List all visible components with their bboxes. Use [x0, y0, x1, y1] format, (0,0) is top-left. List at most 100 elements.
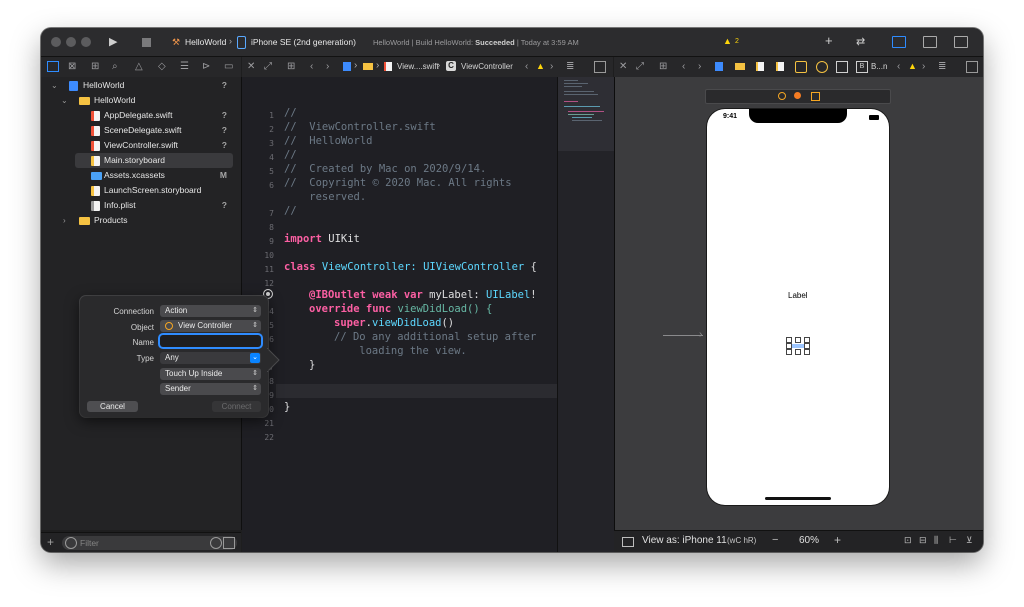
- label-element[interactable]: Label: [788, 291, 808, 300]
- close-editor-icon[interactable]: ✕: [619, 60, 627, 74]
- close-editor-icon[interactable]: ✕: [247, 60, 255, 74]
- add-constraints-icon[interactable]: ⊢: [949, 535, 957, 546]
- nav-item-appdelegate[interactable]: AppDelegate.swift ?: [41, 108, 241, 123]
- code-editor[interactable]: 1 2 3 4 5 6 7 8 9 10 11 12 14 15 16 17 1…: [242, 77, 557, 552]
- next-issue-icon[interactable]: ›: [922, 60, 925, 74]
- nav-item-project[interactable]: ⌄ HelloWorld ?: [41, 78, 241, 93]
- warning-icon[interactable]: ▲: [723, 36, 732, 46]
- nav-item-assets[interactable]: Assets.xcassets M: [41, 168, 241, 183]
- debug-navigator-icon[interactable]: ☰: [180, 60, 189, 74]
- folder-icon: [79, 217, 90, 225]
- code-review-icon[interactable]: ⇄: [856, 34, 865, 50]
- forward-chevron-icon[interactable]: ›: [698, 60, 701, 74]
- project-navigator-icon[interactable]: [47, 61, 59, 72]
- add-file-icon[interactable]: +: [47, 535, 54, 549]
- symbol-navigator-icon[interactable]: ⊞: [91, 60, 99, 74]
- chevron-down-icon[interactable]: ⌄: [61, 93, 68, 108]
- zoom-in-icon[interactable]: +: [834, 533, 841, 547]
- nav-item-viewcontroller[interactable]: ViewController.swift ?: [41, 138, 241, 153]
- issue-navigator-icon[interactable]: △: [135, 60, 143, 74]
- close-window-button[interactable]: [51, 37, 61, 47]
- previous-issue-icon[interactable]: ‹: [897, 60, 900, 74]
- jumpbar-symbol[interactable]: ViewController: [461, 62, 513, 71]
- warning-icon[interactable]: ▲: [536, 61, 545, 71]
- back-chevron-icon[interactable]: ‹: [682, 60, 685, 74]
- align-icon[interactable]: ⫼: [934, 535, 938, 546]
- inspector-toggle-icon[interactable]: [954, 36, 968, 48]
- update-frames-icon[interactable]: ⊡: [904, 535, 912, 546]
- filter-placeholder: Filter: [80, 538, 99, 548]
- code-token: override: [309, 303, 360, 315]
- view-controller-icon[interactable]: [778, 92, 786, 100]
- nav-item-scenedelegate[interactable]: SceneDelegate.swift ?: [41, 123, 241, 138]
- scene-dock[interactable]: [705, 89, 891, 104]
- nav-item-main-storyboard[interactable]: Main.storyboard: [75, 153, 233, 168]
- jumpbar-item[interactable]: B...n: [871, 62, 887, 71]
- split-editor-icon[interactable]: [594, 61, 606, 73]
- split-editor-icon[interactable]: [966, 61, 978, 73]
- zoom-window-button[interactable]: [81, 37, 91, 47]
- zoom-out-icon[interactable]: −: [772, 534, 778, 546]
- status-result: Succeeded: [475, 38, 515, 47]
- minimize-window-button[interactable]: [66, 37, 76, 47]
- related-items-icon[interactable]: ⊞: [287, 60, 295, 74]
- nav-item-group-helloworld[interactable]: ⌄ HelloWorld: [41, 93, 241, 108]
- navigator-toolbar: ⊠ ⊞ ⌕ △ ◇ ☰ ⊳ ▭: [41, 57, 241, 78]
- test-navigator-icon[interactable]: ◇: [158, 60, 166, 74]
- selected-button-element[interactable]: [786, 337, 810, 355]
- library-plus-icon[interactable]: +: [825, 33, 833, 49]
- exit-icon[interactable]: [811, 92, 820, 101]
- scheme-selector[interactable]: HelloWorld: [185, 37, 226, 47]
- report-navigator-icon[interactable]: ▭: [224, 60, 233, 74]
- connection-select[interactable]: Action ⇕: [160, 305, 261, 317]
- arguments-select[interactable]: Sender ⇕: [160, 383, 261, 395]
- back-chevron-icon[interactable]: ‹: [310, 60, 313, 74]
- breakpoint-navigator-icon[interactable]: ⊳: [202, 60, 210, 74]
- line-number: 9: [269, 237, 274, 246]
- chevron-down-icon[interactable]: ⌄: [51, 78, 58, 93]
- nav-item-launchscreen[interactable]: LaunchScreen.storyboard: [41, 183, 241, 198]
- source-control-icon[interactable]: ⊠: [68, 60, 76, 74]
- minimap[interactable]: [557, 77, 614, 552]
- storyboard-file-icon: [776, 62, 784, 71]
- editor-options-icon[interactable]: ≣: [566, 60, 574, 74]
- related-items-icon[interactable]: ⊞: [659, 60, 667, 74]
- type-select[interactable]: Any ⌄: [160, 352, 261, 364]
- document-outline-toggle-icon[interactable]: [622, 537, 634, 547]
- previous-issue-icon[interactable]: ‹: [525, 60, 528, 74]
- expand-editor-icon[interactable]: ⤢: [636, 60, 644, 74]
- find-navigator-icon[interactable]: ⌕: [112, 60, 118, 74]
- jumpbar-file[interactable]: View....swift: [397, 62, 439, 71]
- navigator-toggle-icon[interactable]: [892, 36, 906, 48]
- stop-icon[interactable]: [142, 38, 151, 47]
- chevron-right-icon[interactable]: ›: [63, 213, 66, 228]
- filter-field[interactable]: Filter: [62, 536, 237, 550]
- connect-button[interactable]: Connect: [212, 401, 261, 412]
- device-configuration[interactable]: View as: iPhone 11: [642, 535, 727, 546]
- name-field[interactable]: [160, 335, 261, 347]
- iphone-scene[interactable]: 9:41 Label: [707, 109, 889, 505]
- debug-area-toggle-icon[interactable]: [923, 36, 937, 48]
- nav-item-products[interactable]: › Products: [41, 213, 241, 228]
- forward-chevron-icon[interactable]: ›: [326, 60, 329, 74]
- source-control-filter-icon[interactable]: [223, 537, 235, 549]
- warning-icon[interactable]: ▲: [908, 61, 917, 71]
- expand-editor-icon[interactable]: ⤢: [264, 60, 272, 74]
- code-token: var: [397, 289, 423, 301]
- nav-item-label: HelloWorld: [83, 80, 125, 90]
- event-select[interactable]: Touch Up Inside ⇕: [160, 368, 261, 380]
- cancel-button[interactable]: Cancel: [87, 401, 138, 412]
- run-icon[interactable]: ▶: [109, 34, 117, 50]
- first-responder-icon[interactable]: [794, 92, 801, 99]
- code-token: {: [524, 261, 537, 273]
- object-select[interactable]: View Controller ⇕: [160, 320, 261, 332]
- nav-item-infoplist[interactable]: Info.plist ?: [41, 198, 241, 213]
- device-selector[interactable]: iPhone SE (2nd generation): [251, 37, 356, 47]
- next-issue-icon[interactable]: ›: [550, 60, 553, 74]
- storyboard-canvas[interactable]: › 9:41 Label: [614, 77, 983, 530]
- project-icon: [715, 62, 723, 71]
- editor-options-icon[interactable]: ≣: [938, 60, 946, 74]
- recent-files-icon[interactable]: [210, 537, 222, 549]
- resolve-issues-icon[interactable]: ⊻: [966, 535, 973, 546]
- stack-view-icon[interactable]: ⊟: [919, 535, 927, 546]
